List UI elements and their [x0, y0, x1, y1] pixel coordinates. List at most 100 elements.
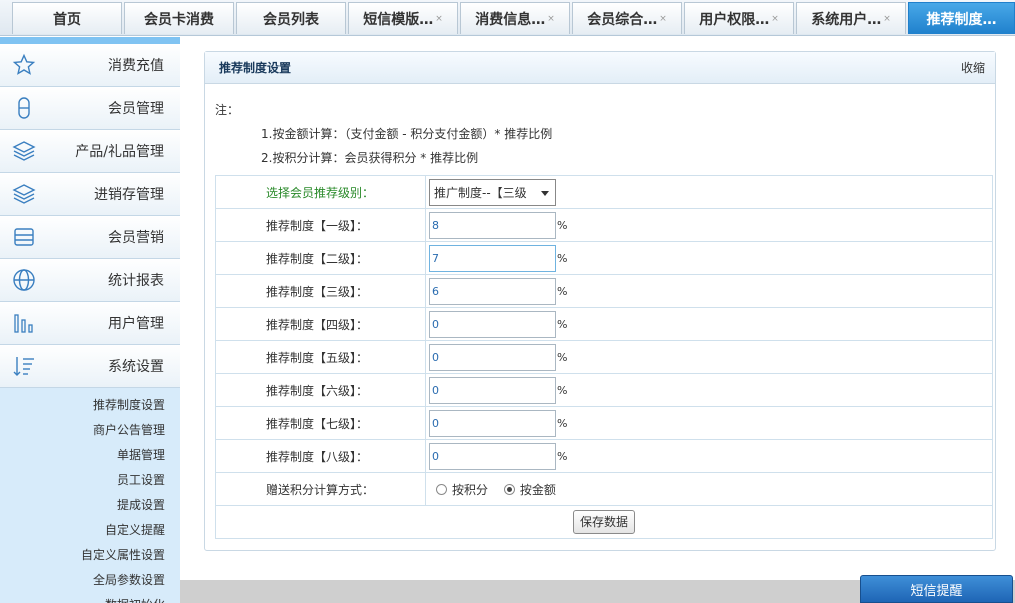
level-2-input[interactable]	[429, 244, 556, 272]
tab-label: 首页	[53, 11, 81, 28]
tab-user-permissions[interactable]: 用户权限… ×	[684, 2, 794, 34]
tab-home[interactable]: 首页	[12, 2, 122, 34]
globe-icon	[13, 269, 35, 291]
tab-member-list[interactable]: 会员列表	[236, 2, 346, 34]
form-value-cell: 按积分 按金额	[425, 472, 993, 506]
sidebar-item-system-settings[interactable]: 系统设置	[0, 345, 180, 388]
tab-label: 会员卡消费	[144, 11, 214, 28]
collapse-link[interactable]: 收缩	[961, 59, 985, 76]
radio-label: 按金额	[519, 482, 556, 497]
level-1-label: 推荐制度【一级】：	[215, 208, 426, 242]
form-row: 推荐制度【六级】： %	[215, 373, 993, 407]
sms-reminder-button[interactable]: 短信提醒	[860, 575, 1013, 603]
submenu-item-global-params[interactable]: 全局参数设置	[0, 567, 180, 592]
percent-sign: %	[557, 416, 568, 430]
level-select-value: 推广制度--【三级	[434, 185, 527, 200]
notes: 注： 1.按金额计算：（支付金额 - 积分支付金额）* 推荐比例 2.按积分计算…	[205, 84, 995, 170]
percent-sign: %	[557, 449, 568, 463]
percent-sign: %	[557, 317, 568, 331]
submenu-item-referral-settings[interactable]: 推荐制度设置	[0, 392, 180, 417]
level-6-label: 推荐制度【六级】：	[215, 373, 426, 407]
form-row: 推荐制度【一级】： %	[215, 208, 993, 242]
close-icon[interactable]: ×	[771, 14, 779, 24]
sidebar-item-label: 产品/礼品管理	[75, 144, 164, 160]
star-icon	[12, 53, 36, 75]
panel-header: 推荐制度设置 收缩	[205, 52, 995, 84]
level-3-input[interactable]	[429, 277, 556, 305]
level-5-input[interactable]	[429, 343, 556, 371]
note-line: 2.按积分计算：会员获得积分 * 推荐比例	[261, 151, 479, 165]
tab-consume-info[interactable]: 消费信息… ×	[460, 2, 570, 34]
tab-label: 系统用户…	[811, 11, 882, 28]
tab-card-consume[interactable]: 会员卡消费	[124, 2, 234, 34]
percent-sign: %	[557, 218, 568, 232]
form-row: 推荐制度【三级】： %	[215, 274, 993, 308]
level-7-input[interactable]	[429, 409, 556, 437]
submenu-item-custom-reminder[interactable]: 自定义提醒	[0, 517, 180, 542]
main-content: 推荐制度设置 收缩 注： 1.按金额计算：（支付金额 - 积分支付金额）* 推荐…	[180, 37, 1015, 603]
level-1-input[interactable]	[429, 211, 556, 239]
radio-label: 按积分	[452, 482, 489, 497]
submenu-item-announcements[interactable]: 商户公告管理	[0, 417, 180, 442]
save-button[interactable]: 保存数据	[572, 510, 635, 534]
level-select[interactable]: 推广制度--【三级	[429, 178, 556, 206]
sidebar-item-label: 系统设置	[108, 359, 164, 375]
form-row: 推荐制度【七级】： %	[215, 406, 993, 440]
percent-sign: %	[557, 383, 568, 397]
inbox-icon	[14, 228, 34, 246]
radio-button[interactable]	[436, 483, 447, 495]
close-icon[interactable]: ×	[659, 14, 667, 24]
sidebar-item-label: 会员管理	[108, 101, 164, 117]
form-row: 保存数据	[215, 505, 993, 539]
form-value-cell: %	[425, 406, 993, 440]
tab-member-summary[interactable]: 会员综合… ×	[572, 2, 682, 34]
percent-sign: %	[557, 350, 568, 364]
sidebar: 消费充值 会员管理 产品/礼品管理 进销存管理 会员营销 统计报表 用户管理 系…	[0, 37, 180, 603]
sort-list-icon	[13, 357, 34, 376]
close-icon[interactable]: ×	[435, 14, 443, 24]
sidebar-item-label: 进销存管理	[94, 187, 164, 203]
radio-button[interactable]	[503, 483, 515, 495]
tab-sms-template[interactable]: 短信模版… ×	[348, 2, 458, 34]
percent-sign: %	[557, 251, 568, 265]
level-6-input[interactable]	[429, 376, 556, 404]
sidebar-item-product-gift[interactable]: 产品/礼品管理	[0, 130, 180, 173]
level-2-label: 推荐制度【二级】：	[215, 241, 426, 275]
level-4-input[interactable]	[429, 310, 556, 338]
level-8-input[interactable]	[429, 442, 556, 470]
submenu-item-staff[interactable]: 员工设置	[0, 467, 180, 492]
radio-by-points[interactable]: 按积分	[436, 481, 488, 498]
sidebar-item-reports[interactable]: 统计报表	[0, 259, 180, 302]
radio-by-amount[interactable]: 按金额	[503, 481, 556, 498]
sidebar-item-label: 会员营销	[108, 230, 164, 246]
level-4-label: 推荐制度【四级】：	[215, 307, 426, 341]
panel-title: 推荐制度设置	[219, 61, 292, 75]
sidebar-item-consume-recharge[interactable]: 消费充值	[0, 44, 180, 87]
submenu-item-custom-attributes[interactable]: 自定义属性设置	[0, 542, 180, 567]
sidebar-item-label: 统计报表	[108, 273, 164, 289]
submenu-item-data-init[interactable]: 数据初始化	[0, 592, 180, 603]
level-8-label: 推荐制度【八级】：	[215, 439, 426, 473]
note-line: 1.按金额计算：（支付金额 - 积分支付金额）* 推荐比例	[261, 127, 553, 141]
tab-label: 用户权限…	[699, 11, 770, 28]
form-value-cell: %	[425, 373, 993, 407]
sidebar-top-strip	[0, 37, 180, 44]
sidebar-item-inventory[interactable]: 进销存管理	[0, 173, 180, 216]
form-value-cell: %	[425, 307, 993, 341]
level-3-label: 推荐制度【三级】：	[215, 274, 426, 308]
tab-label: 消费信息…	[475, 11, 546, 28]
referral-settings-panel: 推荐制度设置 收缩 注： 1.按金额计算：（支付金额 - 积分支付金额）* 推荐…	[204, 51, 996, 551]
sidebar-item-marketing[interactable]: 会员营销	[0, 216, 180, 259]
tab-referral-settings[interactable]: 推荐制度…	[908, 2, 1015, 34]
referral-form: 选择会员推荐级别： 推广制度--【三级 推荐制度【一级】： % 推荐制度【二级】…	[215, 175, 993, 539]
submenu-item-commission[interactable]: 提成设置	[0, 492, 180, 517]
form-row: 推荐制度【五级】： %	[215, 340, 993, 374]
submenu-item-documents[interactable]: 单据管理	[0, 442, 180, 467]
sidebar-item-user-management[interactable]: 用户管理	[0, 302, 180, 345]
tab-label: 会员综合…	[587, 11, 658, 28]
sidebar-item-member-management[interactable]: 会员管理	[0, 87, 180, 130]
close-icon[interactable]: ×	[547, 14, 555, 24]
save-cell: 保存数据	[215, 505, 993, 539]
tab-system-users[interactable]: 系统用户… ×	[796, 2, 906, 34]
close-icon[interactable]: ×	[883, 14, 891, 24]
